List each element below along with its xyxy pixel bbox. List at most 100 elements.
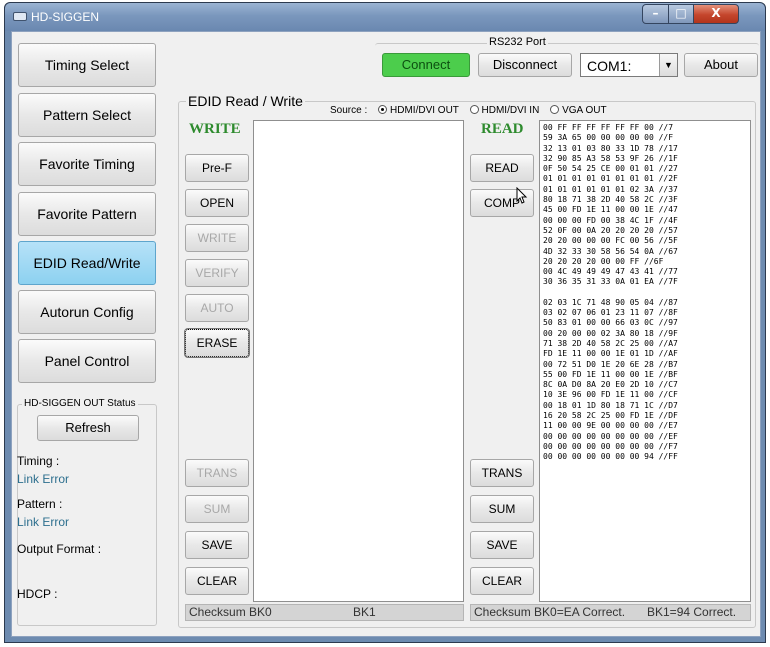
read-button[interactable]: READ	[470, 154, 534, 182]
read-hex-dump[interactable]: 00 FF FF FF FF FF FF 00 //7 59 3A 65 00 0…	[539, 120, 751, 602]
hex-line: 02 03 1C 71 48 90 05 04 //87	[543, 297, 678, 307]
window-title: HD-SIGGEN	[31, 10, 100, 24]
hex-line: 00 4C 49 49 49 47 43 41 //77	[543, 267, 678, 277]
source-selector: Source : HDMI/DVI OUT HDMI/DVI IN VGA OU…	[330, 105, 607, 116]
radio-checked-icon[interactable]	[378, 105, 388, 114]
timing-label: Timing :	[17, 454, 60, 468]
pattern-value: Link Error	[17, 515, 70, 529]
hex-line: 8C 0A D0 8A 20 E0 2D 10 //C7	[543, 380, 678, 390]
nav-favorite-timing-button[interactable]: Favorite Timing	[18, 142, 156, 186]
hex-line: 71 38 2D 40 58 2C 25 00 //A7	[543, 338, 678, 348]
write-checksum-bk1: BK1	[353, 605, 376, 619]
write-checksum-bk0: Checksum BK0	[189, 605, 272, 619]
write-sum-button[interactable]: SUM	[185, 495, 249, 523]
nav-autorun-config-button[interactable]: Autorun Config	[18, 290, 156, 334]
nav-timing-select-button[interactable]: Timing Select	[18, 43, 156, 87]
auto-button[interactable]: AUTO	[185, 294, 249, 322]
write-trans-button[interactable]: TRANS	[185, 459, 249, 487]
app-window: HD-SIGGEN – □ X Timing Select Pattern Se…	[4, 2, 766, 643]
hex-line: 00 00 00 00 00 00 00 00 //EF	[543, 431, 678, 441]
read-save-button[interactable]: SAVE	[470, 531, 534, 559]
hex-line: 45 00 FD 1E 11 00 00 1E //47	[543, 205, 678, 215]
hex-line: 59 3A 65 00 00 00 00 00 //F	[543, 133, 674, 143]
com-port-value: COM1:	[587, 58, 632, 74]
connect-button[interactable]: Connect	[382, 53, 470, 77]
radio-unchecked-icon[interactable]	[550, 105, 560, 114]
about-button[interactable]: About	[684, 53, 758, 77]
hex-line: 01 01 01 01 01 01 01 01 //2F	[543, 174, 678, 184]
rs232-port-title: RS232 Port	[487, 36, 548, 48]
hex-line: 0F 50 54 25 CE 00 01 01 //27	[543, 164, 678, 174]
source-label: Source :	[330, 105, 368, 116]
maximize-button[interactable]: □	[668, 4, 694, 24]
hex-line: 01 01 01 01 01 01 02 3A //37	[543, 184, 678, 194]
output-format-label: Output Format :	[17, 542, 102, 556]
write-button[interactable]: WRITE	[185, 224, 249, 252]
com-port-select[interactable]: COM1: ▼	[580, 53, 678, 77]
write-checksum-status: Checksum BK0 BK1	[185, 604, 464, 621]
read-trans-button[interactable]: TRANS	[470, 459, 534, 487]
hex-line: 55 00 FD 1E 11 00 00 1E //BF	[543, 369, 678, 379]
source-option-vga-out[interactable]: VGA OUT	[550, 105, 607, 116]
read-heading: READ	[481, 121, 524, 137]
hex-line: 4D 32 33 30 58 56 54 0A //67	[543, 246, 678, 256]
hex-line: 00 00 00 00 00 00 00 94 //FF	[543, 452, 678, 462]
erase-button[interactable]: ERASE	[184, 328, 250, 358]
output-status-title: HD-SIGGEN OUT Status	[22, 398, 138, 409]
hex-line: 03 02 07 06 01 23 11 07 //8F	[543, 308, 678, 318]
hex-line: FD 1E 11 00 00 1E 01 1D //AF	[543, 349, 678, 359]
client-area: Timing Select Pattern Select Favorite Ti…	[11, 31, 761, 637]
app-icon	[13, 12, 27, 21]
hex-line: 00 FF FF FF FF FF FF 00 //7	[543, 123, 674, 132]
hex-line: 32 13 01 03 80 33 1D 78 //17	[543, 143, 678, 153]
title-bar[interactable]: HD-SIGGEN – □ X	[5, 3, 765, 31]
hex-line: 00 18 01 1D 80 18 71 1C //D7	[543, 400, 678, 410]
write-heading: WRITE	[189, 121, 241, 137]
nav-panel-control-button[interactable]: Panel Control	[18, 339, 156, 383]
hex-line: 10 3E 96 00 FD 1E 11 00 //CF	[543, 390, 678, 400]
source-option-hdmi-dvi-in[interactable]: HDMI/DVI IN	[469, 105, 539, 116]
timing-value: Link Error	[17, 472, 70, 486]
chevron-down-icon[interactable]: ▼	[659, 54, 677, 76]
write-clear-button[interactable]: CLEAR	[185, 567, 249, 595]
radio-unchecked-icon[interactable]	[469, 105, 479, 114]
read-clear-button[interactable]: CLEAR	[470, 567, 534, 595]
nav-favorite-pattern-button[interactable]: Favorite Pattern	[18, 192, 156, 236]
nav-pattern-select-button[interactable]: Pattern Select	[18, 93, 156, 137]
refresh-button[interactable]: Refresh	[37, 415, 139, 441]
close-button[interactable]: X	[693, 4, 739, 24]
hex-line: 16 20 58 2C 25 00 FD 1E //DF	[543, 411, 678, 421]
hex-line: 30 36 35 31 33 0A 01 EA //7F	[543, 277, 678, 287]
read-checksum-bk1: BK1=94 Correct.	[647, 605, 737, 619]
read-checksum-bk0: Checksum BK0=EA Correct.	[474, 605, 626, 619]
minimize-button[interactable]: –	[642, 4, 669, 24]
disconnect-button[interactable]: Disconnect	[478, 53, 572, 77]
hex-line: 80 18 71 38 2D 40 58 2C //3F	[543, 195, 678, 205]
pre-f-button[interactable]: Pre-F	[185, 154, 249, 182]
write-save-button[interactable]: SAVE	[185, 531, 249, 559]
hex-line: 00 72 51 D0 1E 20 6E 28 //B7	[543, 359, 678, 369]
hex-line: 00 20 00 00 02 3A 80 18 //9F	[543, 328, 678, 338]
open-button[interactable]: OPEN	[185, 189, 249, 217]
edid-title: EDID Read / Write	[186, 93, 305, 109]
hex-line: 20 20 00 00 00 FC 00 56 //5F	[543, 236, 678, 246]
pattern-label: Pattern :	[17, 497, 63, 511]
hex-line: 32 90 85 A3 58 53 9F 26 //1F	[543, 153, 678, 163]
hex-line: 00 00 00 FD 00 38 4C 1F //4F	[543, 215, 678, 225]
hex-line: 20 20 20 20 00 00 FF //6F	[543, 256, 664, 266]
hex-line: 00 00 00 00 00 00 00 00 //F7	[543, 441, 678, 451]
hex-line: 50 83 01 00 00 66 03 0C //97	[543, 318, 678, 328]
hex-block-0: 00 FF FF FF FF FF FF 00 //7 59 3A 65 00 0…	[543, 123, 750, 288]
hex-line: 11 00 00 9E 00 00 00 00 //E7	[543, 421, 678, 431]
hex-line: 52 0F 00 0A 20 20 20 20 //57	[543, 225, 678, 235]
source-option-hdmi-dvi-out[interactable]: HDMI/DVI OUT	[378, 105, 459, 116]
write-data-area[interactable]	[253, 120, 464, 602]
hdcp-label: HDCP :	[17, 587, 58, 601]
mouse-cursor-icon	[516, 187, 528, 204]
nav-edid-read-write-button[interactable]: EDID Read/Write	[18, 241, 156, 285]
read-sum-button[interactable]: SUM	[470, 495, 534, 523]
verify-button[interactable]: VERIFY	[185, 259, 249, 287]
hex-block-gap	[543, 288, 750, 298]
read-checksum-status: Checksum BK0=EA Correct. BK1=94 Correct.	[470, 604, 751, 621]
hex-block-1: 02 03 1C 71 48 90 05 04 //87 03 02 07 06 …	[543, 298, 750, 463]
